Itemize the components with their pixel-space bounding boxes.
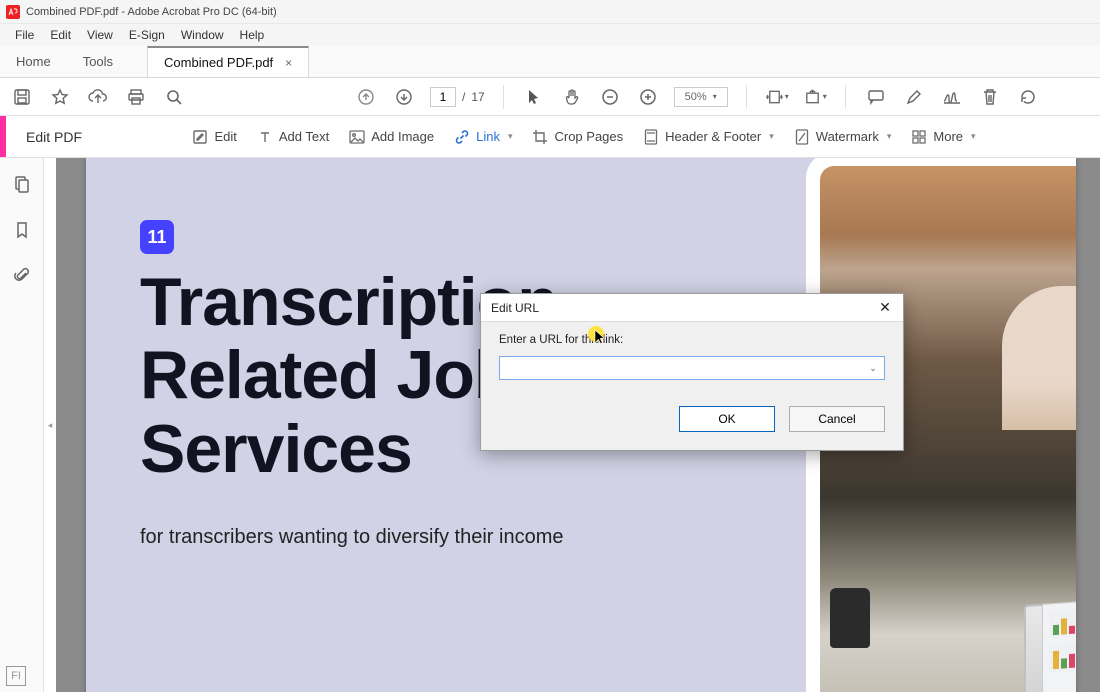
watermark-button[interactable]: Watermark▾: [794, 129, 892, 145]
menu-bar: File Edit View E-Sign Window Help: [0, 24, 1100, 46]
app-icon: [6, 5, 20, 19]
delete-icon[interactable]: [978, 85, 1002, 109]
highlight-pen-icon[interactable]: [902, 85, 926, 109]
watermark-icon: [794, 129, 810, 145]
add-text-button[interactable]: Add Text: [257, 129, 329, 145]
page-display-icon[interactable]: ▾: [803, 85, 827, 109]
link-icon: [454, 129, 470, 145]
edit-button[interactable]: Edit: [192, 129, 236, 145]
cloud-upload-icon[interactable]: [86, 85, 110, 109]
attachments-icon[interactable]: [10, 264, 34, 288]
ok-button[interactable]: OK: [679, 406, 775, 432]
window-titlebar: Combined PDF.pdf - Adobe Acrobat Pro DC …: [0, 0, 1100, 24]
page-badge: 11: [140, 220, 174, 254]
chevron-down-icon: ▾: [713, 92, 717, 101]
rotate-icon[interactable]: [1016, 85, 1040, 109]
menu-edit[interactable]: Edit: [43, 27, 78, 43]
page-sep: /: [462, 90, 465, 104]
edit-icon: [192, 129, 208, 145]
chevron-down-icon: ▾: [971, 131, 976, 142]
comment-icon[interactable]: [864, 85, 888, 109]
zoom-select[interactable]: 50% ▾: [674, 87, 728, 107]
hand-tool-icon[interactable]: [560, 85, 584, 109]
edit-pdf-indicator: [0, 116, 6, 157]
edit-pdf-toolbar: Edit PDF Edit Add Text Add Image Link▾ C…: [0, 116, 1100, 158]
find-icon[interactable]: [162, 85, 186, 109]
tab-home[interactable]: Home: [0, 46, 67, 77]
dialog-titlebar[interactable]: Edit URL ✕: [481, 294, 903, 322]
pane-collapse-handle[interactable]: ◂: [44, 158, 56, 692]
page-total: 17: [471, 90, 484, 104]
dialog-label: Enter a URL for this link:: [499, 334, 885, 346]
crop-pages-button[interactable]: Crop Pages: [532, 129, 623, 145]
headerfooter-icon: [643, 129, 659, 145]
edit-pdf-title: Edit PDF: [14, 129, 82, 145]
bookmark-icon[interactable]: [10, 218, 34, 242]
menu-esign[interactable]: E-Sign: [122, 27, 172, 43]
edit-url-dialog: Edit URL ✕ Enter a URL for this link: ⌄ …: [480, 293, 904, 451]
page-indicator: / 17: [430, 87, 485, 107]
star-icon[interactable]: [48, 85, 72, 109]
page-down-icon[interactable]: [392, 85, 416, 109]
main-toolbar: / 17 50% ▾ ▾ ▾: [0, 78, 1100, 116]
dialog-title: Edit URL: [491, 301, 539, 315]
window-title: Combined PDF.pdf - Adobe Acrobat Pro DC …: [26, 6, 277, 18]
tab-tools[interactable]: Tools: [67, 46, 129, 77]
link-button[interactable]: Link▾: [454, 129, 512, 145]
navigation-pane: [0, 158, 44, 692]
thumbnails-icon[interactable]: [10, 172, 34, 196]
close-icon[interactable]: ✕: [873, 296, 897, 318]
page-current-input[interactable]: [430, 87, 456, 107]
chevron-down-icon: ▾: [769, 131, 774, 142]
save-icon[interactable]: [10, 85, 34, 109]
cancel-button[interactable]: Cancel: [789, 406, 885, 432]
tab-close-icon[interactable]: ×: [285, 56, 292, 70]
zoom-out-icon[interactable]: [598, 85, 622, 109]
header-footer-button[interactable]: Header & Footer▾: [643, 129, 774, 145]
fit-width-icon[interactable]: ▾: [765, 85, 789, 109]
document-tabs: Home Tools Combined PDF.pdf ×: [0, 46, 1100, 78]
page-subheading: for transcribers wanting to diversify th…: [140, 526, 564, 549]
menu-help[interactable]: Help: [233, 27, 272, 43]
print-icon[interactable]: [124, 85, 148, 109]
image-icon: [349, 129, 365, 145]
url-dropdown-icon[interactable]: ⌄: [864, 359, 882, 377]
corner-watermark: FI: [6, 666, 26, 686]
crop-icon: [532, 129, 548, 145]
add-image-button[interactable]: Add Image: [349, 129, 434, 145]
chevron-down-icon: ▾: [508, 131, 513, 142]
url-input[interactable]: ⌄: [499, 356, 885, 380]
text-icon: [257, 129, 273, 145]
chevron-down-icon: ▾: [887, 131, 892, 142]
zoom-value: 50%: [685, 91, 707, 103]
page-up-icon[interactable]: [354, 85, 378, 109]
zoom-in-icon[interactable]: [636, 85, 660, 109]
menu-view[interactable]: View: [80, 27, 120, 43]
selection-tool-icon[interactable]: [522, 85, 546, 109]
tab-document-label: Combined PDF.pdf: [164, 55, 273, 70]
menu-window[interactable]: Window: [174, 27, 231, 43]
tab-document[interactable]: Combined PDF.pdf ×: [147, 46, 309, 77]
more-icon: [911, 129, 927, 145]
more-button[interactable]: More▾: [911, 129, 975, 145]
sign-icon[interactable]: [940, 85, 964, 109]
menu-file[interactable]: File: [8, 27, 41, 43]
